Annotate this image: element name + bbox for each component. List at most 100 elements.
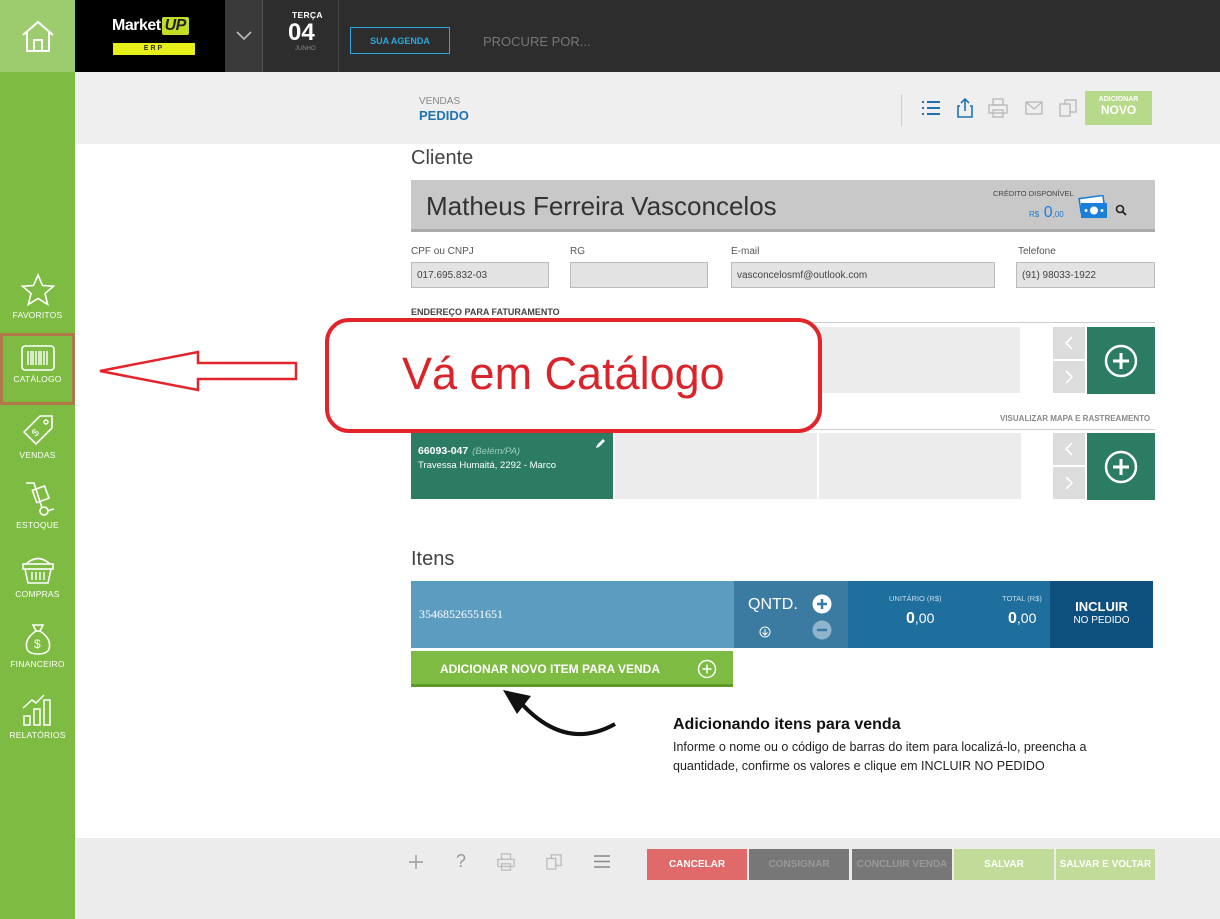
svg-text:$: $ [30, 427, 42, 439]
delivery-address-card[interactable]: 66093-047 (Belém/PA) Travessa Humaitá, 22… [411, 433, 613, 499]
unit-price-label: UNITÁRIO (R$) [889, 594, 942, 603]
sidebar-item-financeiro[interactable]: $ FINANCEIRO [0, 621, 75, 689]
plus-circle-icon [1104, 450, 1138, 483]
menu-icon[interactable] [594, 855, 610, 868]
add-new-item-label: ADICIONAR NOVO ITEM PARA VENDA [440, 662, 661, 676]
add-new-label-top: ADICIONAR [1098, 96, 1139, 103]
address-city: (Belém/PA) [472, 446, 521, 457]
delivery-next-button[interactable] [1053, 467, 1085, 499]
barcode-icon [20, 345, 55, 371]
delivery-address-slot[interactable] [819, 433, 1021, 499]
total-price-value: 0,00 [1008, 610, 1037, 627]
sidebar-item-compras[interactable]: COMPRAS [0, 551, 75, 619]
printer-icon[interactable] [497, 853, 515, 871]
chevron-right-icon [1065, 476, 1073, 490]
menu-dropdown[interactable] [225, 0, 263, 72]
include-label-bottom: NO PEDIDO [1073, 615, 1130, 626]
printer-icon [988, 98, 1008, 118]
map-tracking-link[interactable]: VISUALIZAR MAPA E RASTREAMENTO [1000, 414, 1150, 423]
chevron-right-icon [1065, 370, 1073, 384]
list-icon [922, 101, 940, 115]
add-new-button[interactable]: ADICIONAR NOVO [1085, 91, 1152, 125]
phone-field[interactable]: (91) 98033-1922 [1016, 262, 1155, 288]
credit-label: CRÉDITO DISPONÍVEL [993, 189, 1074, 198]
logo-up: UP [161, 17, 189, 35]
finish-sale-button[interactable]: CONCLUIR VENDA [852, 849, 952, 880]
email-label: E-mail [731, 246, 760, 257]
plus-circle-icon [697, 659, 717, 679]
client-search-bar[interactable]: Matheus Ferreira Vasconcelos CRÉDITO DIS… [411, 180, 1155, 232]
basket-icon [21, 557, 54, 584]
plus-circle-icon[interactable] [812, 594, 832, 614]
sidebar-item-relatorios[interactable]: RELATÓRIOS [0, 692, 75, 760]
include-in-order-button[interactable]: INCLUIR NO PEDIDO [1050, 581, 1153, 648]
annotation-text: Vá em Catálogo [402, 348, 725, 399]
logo[interactable]: Market UP ERP [75, 0, 225, 72]
search-icon[interactable] [1115, 204, 1127, 216]
add-new-item-button[interactable]: ADICIONAR NOVO ITEM PARA VENDA [411, 651, 733, 687]
share-icon [957, 98, 973, 118]
envelope-icon [1025, 101, 1043, 115]
include-label-top: INCLUIR [1075, 599, 1128, 614]
email-button[interactable] [1023, 97, 1045, 119]
save-button[interactable]: SALVAR [954, 849, 1054, 880]
consign-button[interactable]: CONSIGNAR [749, 849, 849, 880]
hand-truck-icon [25, 482, 54, 516]
share-button[interactable] [954, 97, 976, 119]
email-field[interactable]: vasconcelosmf@outlook.com [731, 262, 995, 288]
agenda-button[interactable]: SUA AGENDA [350, 27, 450, 54]
sidebar-item-label: FAVORITOS [12, 310, 63, 320]
sidebar-item-favoritos[interactable]: FAVORITOS [0, 272, 75, 340]
divider [338, 0, 339, 72]
annotation-callout: Vá em Catálogo [325, 318, 822, 433]
add-billing-address-button[interactable] [1087, 327, 1155, 394]
duplicate-button[interactable] [1057, 97, 1079, 119]
divider [901, 94, 902, 126]
list-button[interactable] [920, 97, 942, 119]
chevron-left-icon [1065, 442, 1073, 456]
billing-address-slot[interactable] [818, 327, 1020, 393]
money-icon [1078, 195, 1107, 218]
item-price-block: UNITÁRIO (R$) 0,00 TOTAL (R$) 0,00 [848, 581, 1050, 648]
delivery-address-slot[interactable] [615, 433, 817, 499]
item-entry-bar: 35468526551651 QNTD. UNITÁRIO (R$) 0,00 … [411, 581, 1153, 648]
save-and-return-button[interactable]: SALVAR E VOLTAR [1056, 849, 1155, 880]
copy-icon [1059, 99, 1077, 117]
sidebar-item-estoque[interactable]: ESTOQUE [0, 480, 75, 548]
sidebar-item-label: ESTOQUE [16, 520, 59, 530]
print-button[interactable] [987, 97, 1009, 119]
cancel-button[interactable]: CANCELAR [647, 849, 747, 880]
chevron-down-icon [235, 31, 252, 41]
delivery-prev-button[interactable] [1053, 433, 1085, 465]
breadcrumb-section[interactable]: VENDAS [419, 96, 460, 107]
copy-icon[interactable] [546, 854, 562, 870]
page-header: VENDAS PEDIDO ADICIONAR NOVO [75, 72, 1220, 144]
rg-field[interactable] [570, 262, 708, 288]
plus-circle-icon [1104, 344, 1138, 377]
address-street: Travessa Humaitá, 2292 - Marco [418, 460, 556, 471]
arrow-down-circle-icon[interactable] [759, 626, 771, 638]
logo-text: Market [112, 17, 161, 34]
sidebar-item-label: COMPRAS [15, 589, 60, 599]
billing-next-button[interactable] [1053, 361, 1085, 393]
day-number: 04 [288, 19, 315, 46]
logo-erp: ERP [113, 43, 195, 55]
sidebar-item-vendas[interactable]: $ VENDAS [0, 412, 75, 480]
sidebar-item-label: CATÁLOGO [13, 374, 62, 384]
quantity-stepper: QNTD. [734, 581, 848, 648]
sidebar-item-label: RELATÓRIOS [9, 730, 66, 740]
help-icon[interactable]: ? [456, 851, 466, 872]
search-input[interactable]: PROCURE POR... [483, 34, 591, 49]
svg-text:$: $ [34, 637, 41, 651]
cpf-field[interactable]: 017.695.832-03 [411, 262, 549, 288]
sidebar-item-catalogo[interactable]: CATÁLOGO [0, 333, 75, 405]
unit-price-value[interactable]: 0,00 [906, 610, 934, 628]
top-bar: Market UP ERP TERÇA 04 JUNHO SUA AGENDA P… [75, 0, 1220, 72]
home-button[interactable] [0, 0, 75, 72]
plus-icon[interactable] [409, 855, 423, 869]
pencil-icon[interactable] [595, 438, 606, 449]
minus-circle-icon[interactable] [812, 620, 832, 640]
billing-prev-button[interactable] [1053, 327, 1085, 359]
item-code-input[interactable]: 35468526551651 [411, 581, 734, 648]
add-delivery-address-button[interactable] [1087, 433, 1155, 500]
